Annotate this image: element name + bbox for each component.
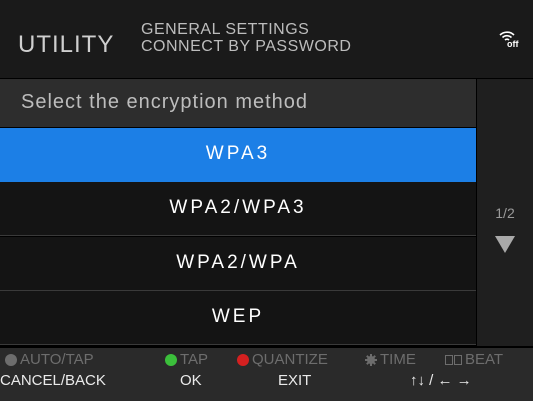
option-label: WPA2/WPA3 <box>169 197 307 218</box>
option-wpa3[interactable]: WPA3 <box>0 128 476 182</box>
auto-tap-label: AUTO/TAP <box>20 351 94 368</box>
option-label: WEP <box>211 306 265 327</box>
page-indicator-panel: 1/2 <box>477 79 533 346</box>
beat-key: BEAT <box>445 351 503 368</box>
circle-icon <box>5 353 17 366</box>
option-wpa2-wpa[interactable]: WPA2/WPA <box>0 237 476 291</box>
tap-key: TAP <box>165 351 208 368</box>
cancel-back-button[interactable]: CANCEL/BACK <box>0 372 106 389</box>
option-label: WPA3 <box>205 143 271 164</box>
encryption-prompt: Select the encryption method <box>0 79 476 127</box>
footer-key-row: AUTO/TAP TAP QUANTIZE TIME BEAT <box>0 351 533 373</box>
auto-tap-key: AUTO/TAP <box>5 351 94 368</box>
triangle-down-icon[interactable] <box>495 236 515 253</box>
option-wpa2-wpa3[interactable]: WPA2/WPA3 <box>0 182 476 236</box>
option-label: WPA2/WPA <box>176 252 300 273</box>
settings-path: GENERAL SETTINGS CONNECT BY PASSWORD <box>141 21 351 55</box>
header-bar: UTILITY GENERAL SETTINGS CONNECT BY PASS… <box>0 0 533 78</box>
beat-label: BEAT <box>465 351 504 368</box>
tap-label: TAP <box>180 351 209 368</box>
tap-icon <box>165 353 177 366</box>
path-line-1: GENERAL SETTINGS <box>141 21 310 38</box>
ok-button[interactable]: OK <box>180 372 202 389</box>
beat-icon <box>445 354 462 365</box>
time-label: TIME <box>380 351 416 368</box>
wifi-icon: off <box>497 30 523 54</box>
exit-button[interactable]: EXIT <box>278 372 311 389</box>
prompt-text: Select the encryption method <box>21 91 309 113</box>
time-key: TIME <box>365 351 416 368</box>
quantize-icon <box>237 353 249 366</box>
footer-bar: AUTO/TAP TAP QUANTIZE TIME BEAT CANCEL/B… <box>0 348 533 401</box>
quantize-key: QUANTIZE <box>237 351 328 368</box>
footer-action-row: CANCEL/BACK OK EXIT ↑↓ / ← → <box>0 372 533 394</box>
wifi-status: off <box>507 39 519 49</box>
option-wep[interactable]: WEP <box>0 291 476 345</box>
quantize-label: QUANTIZE <box>252 351 328 368</box>
page-indicator: 1/2 <box>495 205 515 221</box>
path-line-2: CONNECT BY PASSWORD <box>141 38 352 55</box>
gear-icon <box>365 353 377 366</box>
mode-title: UTILITY <box>18 31 115 58</box>
navigation-hint: ↑↓ / ← → <box>410 372 472 389</box>
